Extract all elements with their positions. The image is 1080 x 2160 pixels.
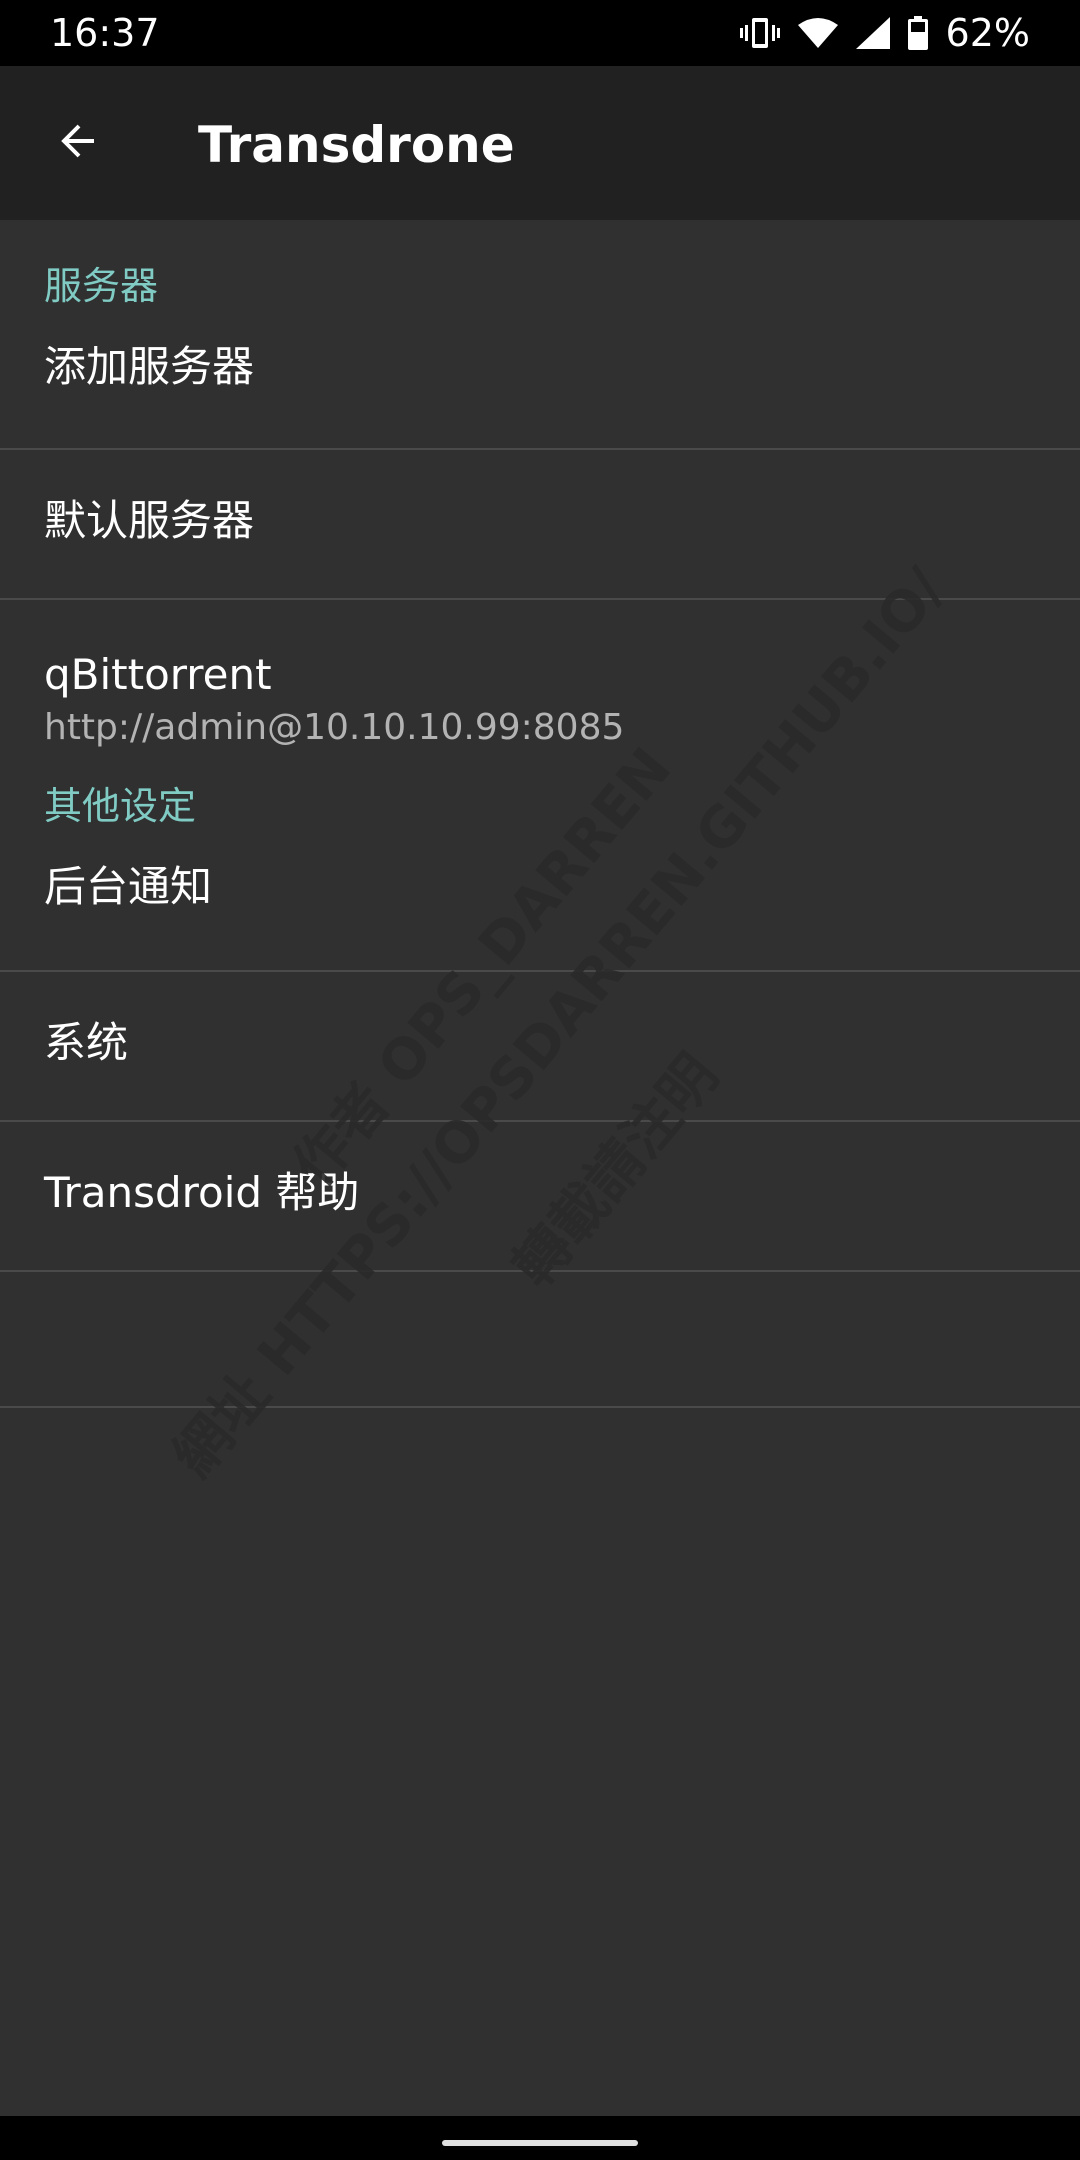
battery-icon xyxy=(907,16,928,50)
status-icons: 62% xyxy=(739,10,1030,56)
add-server-label: 添加服务器 xyxy=(44,342,255,391)
battery-percent: 62% xyxy=(945,11,1030,55)
arrow-back-icon xyxy=(54,117,102,169)
category-header-other: 其他设定 xyxy=(44,784,197,828)
app-toolbar: Transdrone xyxy=(0,66,1080,220)
navigation-bar xyxy=(0,2116,1080,2160)
settings-screen: 16:37 62% Transdrone 服务器 添加服务器 默认服务器 qBi… xyxy=(0,0,1080,2160)
background-notifications-item[interactable]: 后台通知 xyxy=(0,854,1080,970)
home-gesture-handle[interactable] xyxy=(442,2140,638,2146)
back-button[interactable] xyxy=(36,101,120,185)
server-address: http://admin@10.10.10.99:8085 xyxy=(44,707,625,748)
status-bar: 16:37 62% xyxy=(0,0,1080,66)
page-title: Transdrone xyxy=(198,116,515,174)
default-server-item[interactable]: 默认服务器 xyxy=(0,450,1080,598)
wifi-icon xyxy=(797,17,838,49)
preference-list: 服务器 添加服务器 默认服务器 qBittorrent http://admin… xyxy=(0,220,1080,1408)
system-label: 系统 xyxy=(44,1018,129,1067)
server-item-qbittorrent[interactable]: qBittorrent http://admin@10.10.10.99:808… xyxy=(0,600,1080,780)
default-server-label: 默认服务器 xyxy=(44,496,255,545)
add-server-item[interactable]: 添加服务器 xyxy=(0,334,1080,448)
server-name: qBittorrent xyxy=(44,650,272,699)
help-item[interactable]: Transdroid 帮助 xyxy=(0,1122,1080,1270)
signal-icon xyxy=(855,17,890,49)
divider xyxy=(0,1406,1080,1408)
vibrate-icon xyxy=(739,16,780,50)
system-item[interactable]: 系统 xyxy=(0,972,1080,1120)
empty-item xyxy=(0,1272,1080,1406)
status-time: 16:37 xyxy=(50,11,160,55)
help-label: Transdroid 帮助 xyxy=(44,1168,360,1217)
category-header-servers: 服务器 xyxy=(44,264,159,308)
background-notifications-label: 后台通知 xyxy=(44,862,213,911)
